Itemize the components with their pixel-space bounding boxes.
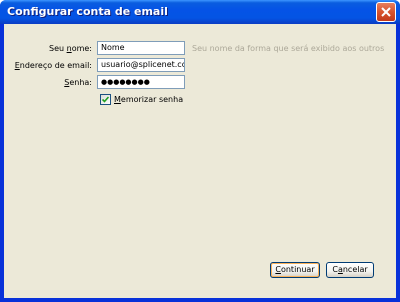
password-label: Senha: bbox=[64, 78, 92, 87]
cancel-button[interactable]: Cancelar bbox=[326, 262, 374, 278]
name-label: Seu nome: bbox=[48, 44, 92, 53]
email-input[interactable]: usuario@splicenet.com.b bbox=[97, 58, 185, 72]
title-bar[interactable]: Configurar conta de email bbox=[0, 0, 400, 24]
close-icon bbox=[381, 7, 391, 17]
checkmark-icon bbox=[102, 96, 109, 103]
continue-button[interactable]: Continuar bbox=[270, 262, 320, 278]
remember-password-checkbox[interactable] bbox=[100, 94, 111, 105]
dialog-body: Seu nome: Nome Seu nome da forma que ser… bbox=[4, 24, 396, 298]
window-title: Configurar conta de email bbox=[7, 5, 168, 18]
close-button[interactable] bbox=[376, 2, 396, 22]
dialog-window: Configurar conta de email Seu nome: Nome… bbox=[0, 0, 400, 302]
name-input[interactable]: Nome bbox=[97, 41, 185, 55]
remember-password-label[interactable]: Memorizar senha bbox=[114, 95, 183, 104]
email-label: Endereço de email: bbox=[14, 61, 92, 70]
name-hint: Seu nome da forma que será exibido aos o… bbox=[192, 44, 385, 53]
password-input[interactable]: ●●●●●●●● bbox=[97, 75, 185, 89]
